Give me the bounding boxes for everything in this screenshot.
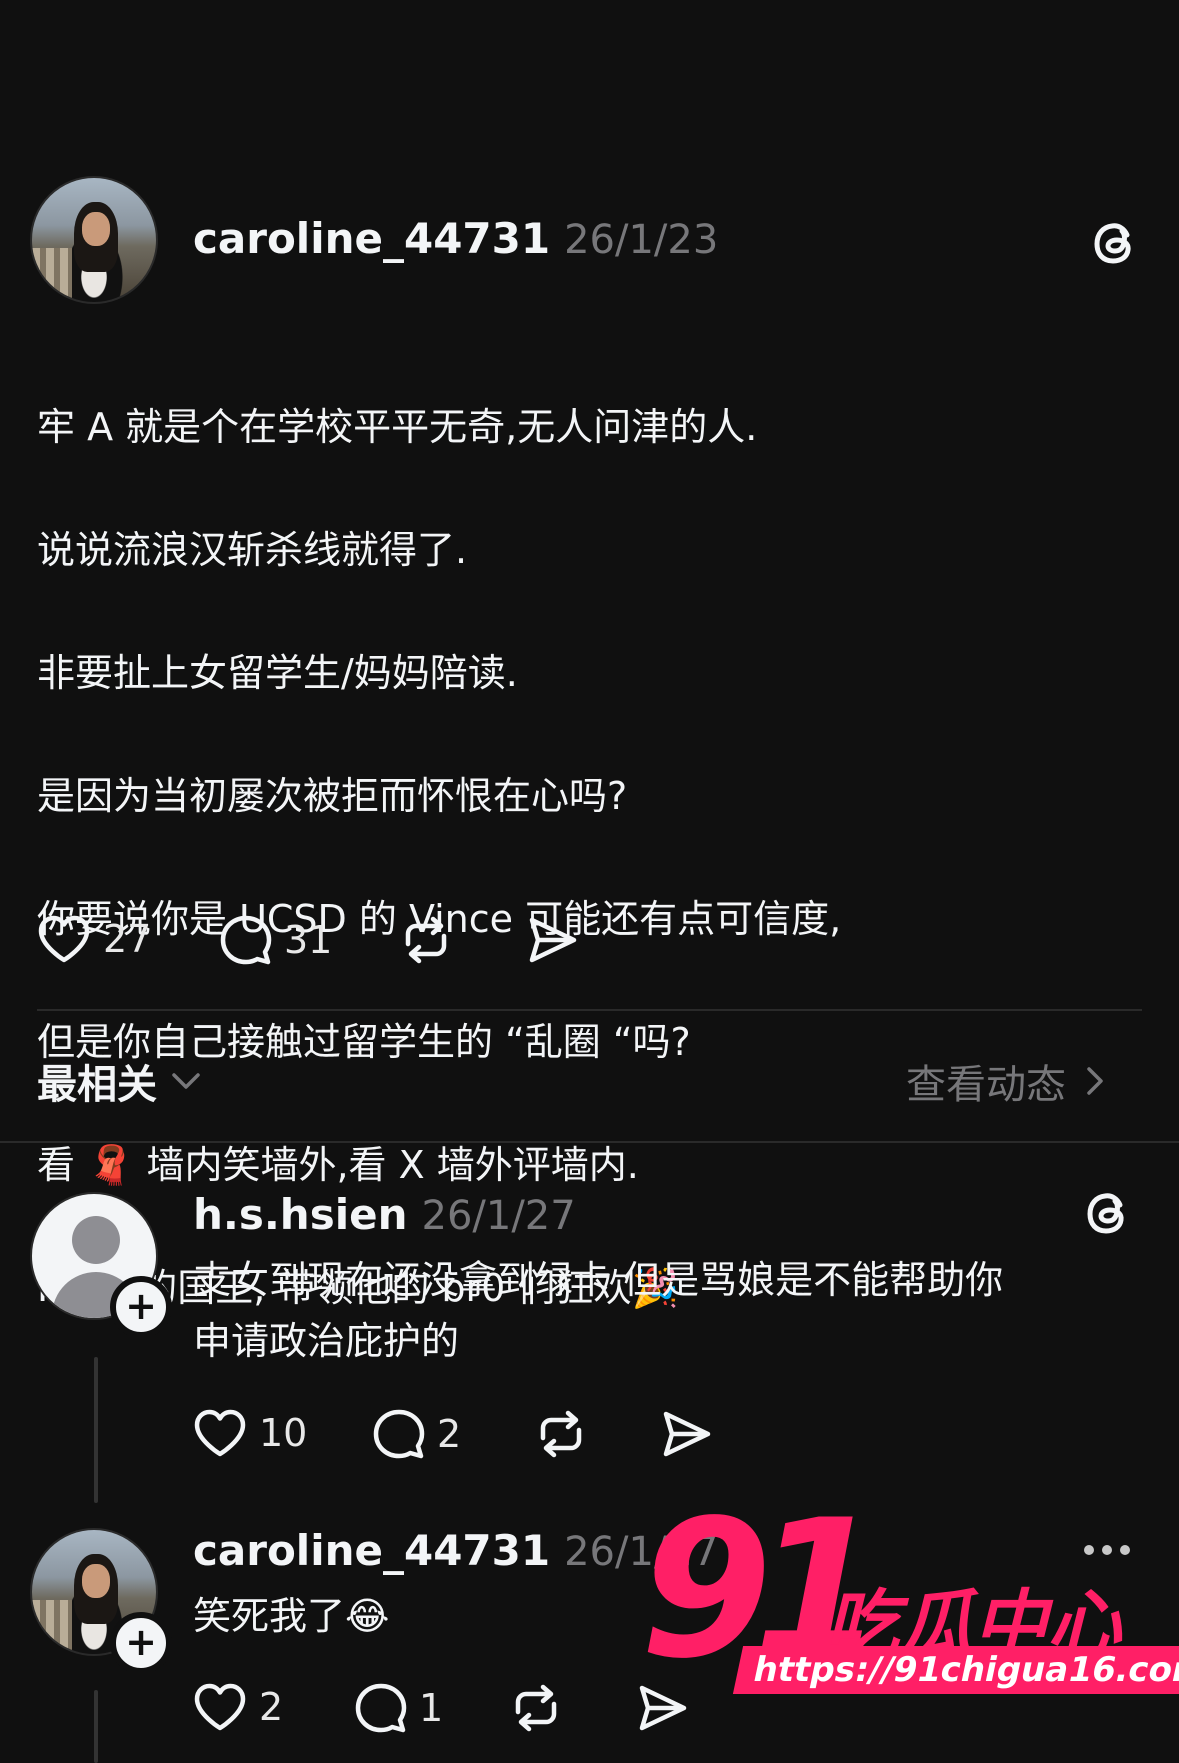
- chevron-down-icon: [172, 1073, 200, 1089]
- post-line: 说说流浪汉斩杀线就得了.: [37, 527, 468, 572]
- comment-button[interactable]: 31: [220, 914, 332, 966]
- more-icon[interactable]: [1082, 1542, 1132, 1561]
- post-line: 非要扯上女留学生/妈妈陪读.: [37, 650, 518, 695]
- comment-button[interactable]: 2: [373, 1408, 461, 1460]
- sort-dropdown[interactable]: 最相关: [37, 1052, 201, 1110]
- section-divider: [0, 1141, 1179, 1143]
- comment-count: 2: [437, 1412, 462, 1456]
- threads-logo-icon[interactable]: [1090, 218, 1140, 272]
- chevron-right-icon: [1087, 1067, 1103, 1095]
- like-count: 10: [259, 1411, 308, 1455]
- post-divider: [37, 1009, 1142, 1011]
- repost-button[interactable]: [510, 1682, 562, 1734]
- reply-header: h.s.hsien 26/1/27: [193, 1190, 576, 1239]
- like-button[interactable]: 27: [37, 914, 151, 964]
- share-button[interactable]: [660, 1408, 712, 1460]
- repost-icon: [540, 1410, 582, 1458]
- reply-username[interactable]: caroline_44731: [193, 1526, 550, 1575]
- comment-icon: [355, 1683, 407, 1733]
- sort-label: 最相关: [37, 1062, 157, 1108]
- share-button[interactable]: [526, 914, 578, 966]
- comment-button[interactable]: 1: [355, 1682, 443, 1734]
- share-icon: [663, 1411, 711, 1457]
- post-date: 26/1/23: [564, 217, 719, 263]
- repost-icon: [515, 1684, 557, 1732]
- post-line: 是因为当初屡次被拒而怀恨在心吗?: [37, 773, 628, 818]
- follow-button[interactable]: +: [110, 1276, 172, 1338]
- reply-username[interactable]: h.s.hsien: [193, 1190, 408, 1239]
- post-line: 你要说你是 UCSD 的 Vince 可能还有点可信度,: [37, 896, 842, 941]
- threads-logo-icon[interactable]: [1083, 1188, 1133, 1242]
- view-activity-label: 查看动态: [906, 1062, 1066, 1108]
- comment-count: 1: [419, 1686, 444, 1730]
- post-username[interactable]: caroline_44731: [193, 214, 550, 263]
- author-avatar[interactable]: [30, 176, 158, 304]
- post-header: caroline_44731 26/1/23: [193, 214, 718, 263]
- comment-count: 31: [284, 918, 333, 962]
- like-count: 27: [103, 917, 152, 961]
- comment-icon: [220, 915, 272, 965]
- view-activity-link[interactable]: 查看动态: [906, 1052, 1104, 1110]
- reply-date: 26/1/27: [421, 1193, 576, 1239]
- repost-button[interactable]: [535, 1408, 587, 1460]
- like-count: 2: [259, 1685, 284, 1729]
- repost-button[interactable]: [400, 914, 452, 966]
- share-icon: [529, 917, 577, 963]
- like-button[interactable]: 10: [193, 1408, 307, 1458]
- watermark-url: https://91chigua16.com: [732, 1646, 1179, 1694]
- heart-icon: [194, 1409, 246, 1457]
- like-button[interactable]: 2: [193, 1682, 283, 1732]
- repost-icon: [405, 916, 447, 964]
- thread-line: [94, 1357, 98, 1503]
- follow-button[interactable]: +: [110, 1612, 172, 1674]
- heart-icon: [38, 915, 90, 963]
- heart-icon: [194, 1683, 246, 1731]
- reply-body: 支女到现在还没拿到绿卡 但是骂娘是不能帮助你 申请政治庇护的: [193, 1258, 1004, 1363]
- thread-line: [94, 1690, 98, 1763]
- post-line: 牢 A 就是个在学校平平无奇,无人问津的人.: [37, 404, 758, 449]
- post-line: 看 🧣 墙内笑墙外,看 X 墙外评墙内.: [37, 1142, 639, 1187]
- comment-icon: [373, 1409, 425, 1459]
